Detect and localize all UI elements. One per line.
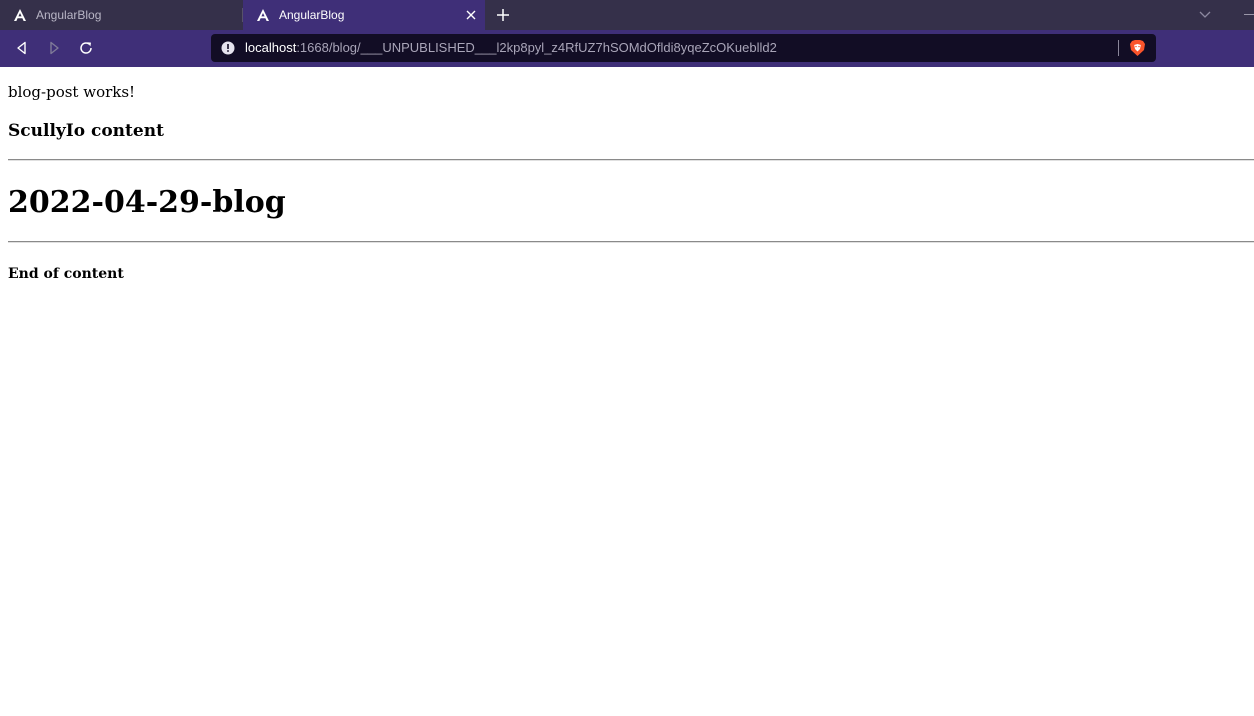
address-bar[interactable]: localhost:1668/blog/___UNPUBLISHED___l2k… [211, 34, 1156, 62]
url-host: localhost [245, 40, 297, 55]
divider-bottom [8, 241, 1254, 243]
intro-paragraph: blog-post works! [8, 83, 136, 101]
back-icon[interactable] [14, 40, 30, 56]
end-of-content: End of content [8, 266, 124, 282]
section-title: ScullyIo content [8, 121, 164, 141]
post-title: 2022-04-29-blog [8, 185, 286, 220]
divider-top [8, 159, 1254, 161]
forward-icon[interactable] [46, 40, 62, 56]
minimize-button[interactable] [1244, 14, 1254, 15]
tab-title: AngularBlog [279, 8, 345, 22]
angular-icon [14, 9, 26, 21]
reload-icon[interactable] [78, 40, 94, 56]
plus-icon[interactable] [495, 7, 511, 23]
tab-strip: AngularBlog AngularBlog [0, 0, 1254, 30]
tab-title: AngularBlog [36, 8, 102, 22]
browser-toolbar: localhost:1668/blog/___UNPUBLISHED___l2k… [0, 30, 1254, 67]
tab-angularblog-1[interactable]: AngularBlog [0, 0, 242, 30]
brave-lion-icon[interactable] [1129, 39, 1146, 57]
angular-icon [257, 9, 269, 21]
chevron-down-icon[interactable] [1198, 9, 1212, 21]
info-icon[interactable] [221, 41, 235, 55]
urlbar-divider [1118, 40, 1119, 56]
close-tab-icon[interactable] [463, 7, 479, 23]
url-text: localhost:1668/blog/___UNPUBLISHED___l2k… [245, 40, 777, 55]
tab-angularblog-2[interactable]: AngularBlog [243, 0, 485, 30]
url-path: :1668/blog/___UNPUBLISHED___l2kp8pyl_z4R… [296, 40, 777, 55]
